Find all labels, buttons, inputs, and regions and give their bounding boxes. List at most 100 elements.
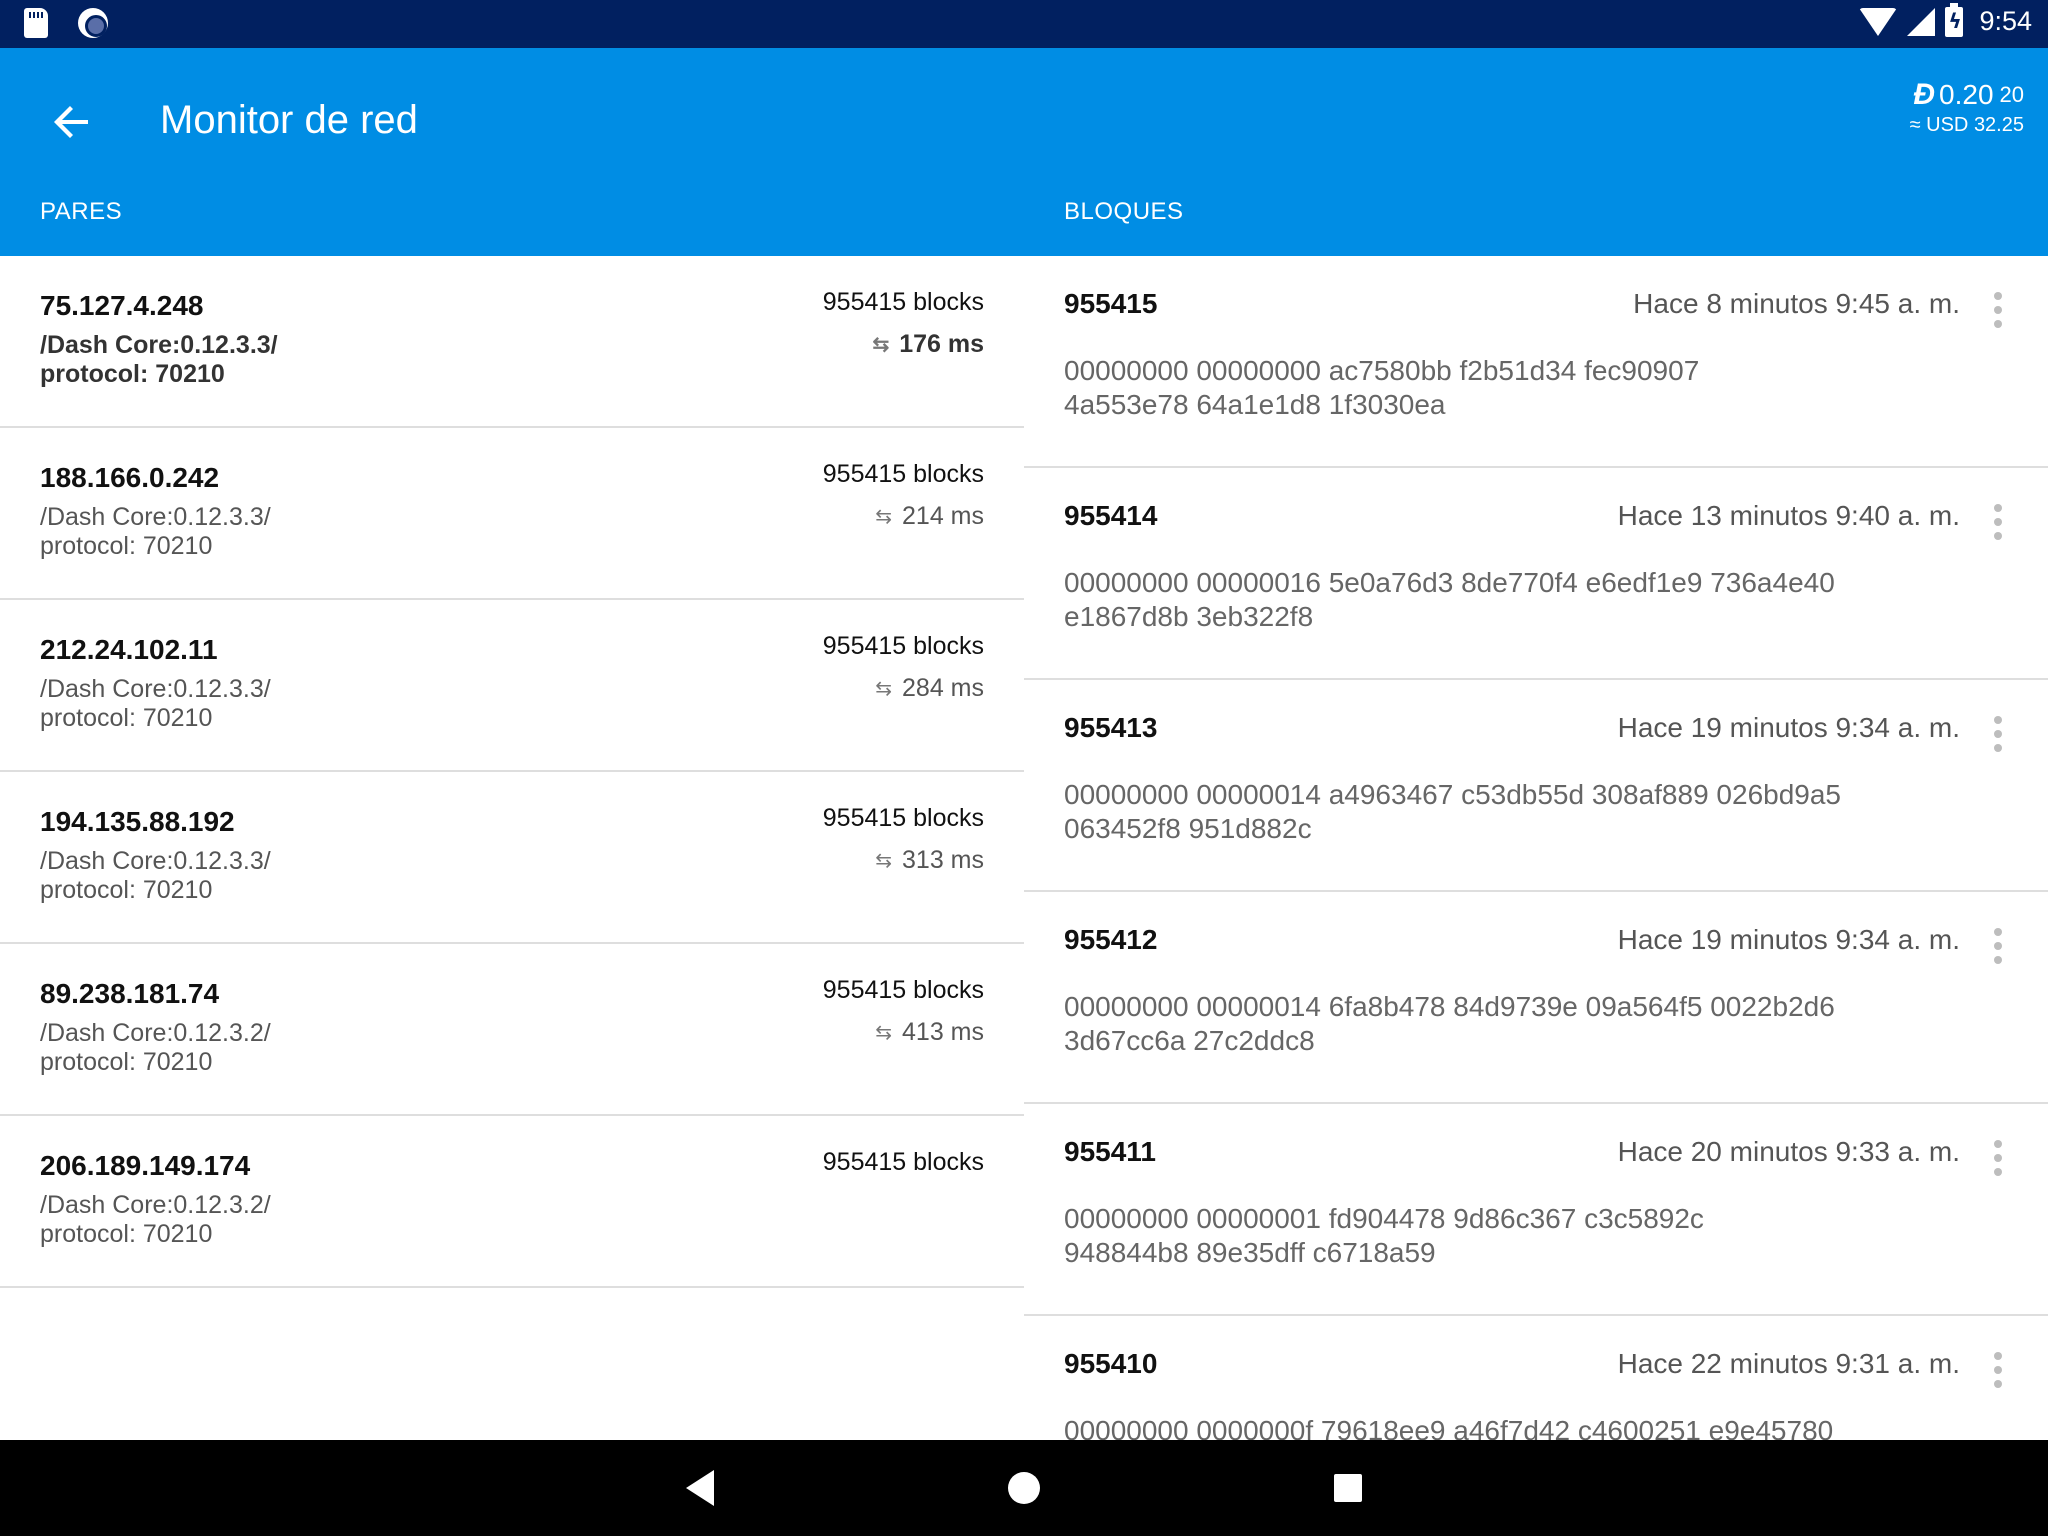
peer-row[interactable]: 194.135.88.192 /Dash Core:0.12.3.3/ prot… xyxy=(0,772,1024,944)
block-time: Hace 19 minutos 9:34 a. m. xyxy=(1617,924,1960,955)
app-bar: Monitor de red Ð 0.20 20 ≈ USD 32.25 PARE… xyxy=(0,48,2048,256)
peer-ping-value: 176 ms xyxy=(899,330,984,358)
peer-blocks: 955415 blocks xyxy=(822,1148,984,1176)
peer-ping-value: 214 ms xyxy=(902,502,984,530)
peer-blocks: 955415 blocks xyxy=(822,976,984,1004)
peers-list[interactable]: 75.127.4.248 /Dash Core:0.12.3.3/ protoc… xyxy=(0,256,1024,1440)
block-hash: 00000000 00000014 a4963467 c53db55d 308a… xyxy=(1064,778,1984,846)
blocks-column-header: BLOQUES xyxy=(1064,198,1184,225)
block-hash-line: 00000000 0000000f 79618ee9 a46f7d42 c460… xyxy=(1064,1415,1834,1440)
peer-blocks: 955415 blocks xyxy=(822,288,984,316)
block-height: 955414 xyxy=(1064,500,1158,531)
peer-row[interactable]: 89.238.181.74 /Dash Core:0.12.3.2/ proto… xyxy=(0,944,1024,1116)
wallet-balance[interactable]: Ð 0.20 20 ≈ USD 32.25 xyxy=(1910,78,2024,137)
dash-icon: Ð xyxy=(1913,78,1935,111)
peer-ping: ⇆ 284 ms xyxy=(875,674,984,703)
screen-record-icon xyxy=(78,8,108,38)
block-row[interactable]: 955414 Hace 13 minutos 9:40 a. m. 000000… xyxy=(1024,468,2048,680)
fiat-prefix: ≈ USD xyxy=(1909,114,1969,136)
block-hash-line: 00000000 00000000 ac7580bb f2b51d34 fec9… xyxy=(1064,355,1700,386)
peer-blocks: 955415 blocks xyxy=(822,804,984,832)
wifi-icon xyxy=(1859,7,1898,36)
more-vert-icon[interactable] xyxy=(1992,504,2004,540)
block-row[interactable]: 955413 Hace 19 minutos 9:34 a. m. 000000… xyxy=(1024,680,2048,892)
ping-icon: ⇆ xyxy=(875,678,893,700)
peer-ping: ⇆ 176 ms xyxy=(872,330,984,359)
sd-card-icon xyxy=(24,8,48,38)
navigation-bar xyxy=(0,1440,2048,1536)
peer-ip: 212.24.102.11 xyxy=(40,634,218,665)
block-hash: 00000000 00000016 5e0a76d3 8de770f4 e6ed… xyxy=(1064,566,1984,634)
status-bar: 9:54 xyxy=(0,0,2048,48)
ping-icon: ⇆ xyxy=(875,1022,893,1044)
block-hash-line: 4a553e78 64a1e1d8 1f3030ea xyxy=(1064,389,1446,420)
peers-column-header: PARES xyxy=(40,198,123,225)
block-hash: 00000000 00000000 ac7580bb f2b51d34 fec9… xyxy=(1064,354,1984,422)
block-row[interactable]: 955415 Hace 8 minutos 9:45 a. m. 0000000… xyxy=(1024,256,2048,468)
arrow-back-icon xyxy=(54,106,88,138)
peer-blocks: 955415 blocks xyxy=(822,460,984,488)
peer-protocol: protocol: 70210 xyxy=(40,876,213,904)
peer-blocks: 955415 blocks xyxy=(822,632,984,660)
block-height: 955412 xyxy=(1064,924,1158,955)
back-button[interactable] xyxy=(40,90,104,154)
more-vert-icon[interactable] xyxy=(1992,1352,2004,1388)
peer-row[interactable]: 188.166.0.242 /Dash Core:0.12.3.3/ proto… xyxy=(0,428,1024,600)
more-vert-icon[interactable] xyxy=(1992,716,2004,752)
block-height: 955415 xyxy=(1064,288,1158,319)
peer-row[interactable]: 206.189.149.174 /Dash Core:0.12.3.2/ pro… xyxy=(0,1116,1024,1288)
peer-version: /Dash Core:0.12.3.3/ xyxy=(40,847,271,875)
more-vert-icon[interactable] xyxy=(1992,1140,2004,1176)
block-row[interactable]: 955412 Hace 19 minutos 9:34 a. m. 000000… xyxy=(1024,892,2048,1104)
peer-protocol: protocol: 70210 xyxy=(40,532,213,560)
peer-ping-value: 284 ms xyxy=(902,674,984,702)
peer-row[interactable]: 75.127.4.248 /Dash Core:0.12.3.3/ protoc… xyxy=(0,256,1024,428)
block-hash-line: 00000000 00000001 fd904478 9d86c367 c3c5… xyxy=(1064,1203,1704,1234)
peer-version: /Dash Core:0.12.3.2/ xyxy=(40,1191,271,1219)
battery-charging-icon xyxy=(1945,2,1964,37)
status-time: 9:54 xyxy=(1979,6,2032,36)
peer-ip: 89.238.181.74 xyxy=(40,978,220,1009)
block-hash-line: 00000000 00000014 a4963467 c53db55d 308a… xyxy=(1064,779,1841,810)
block-row[interactable]: 955410 Hace 22 minutos 9:31 a. m. 000000… xyxy=(1024,1316,2048,1440)
nav-home-icon[interactable] xyxy=(1008,1472,1040,1504)
block-hash: 00000000 0000000f 79618ee9 a46f7d42 c460… xyxy=(1064,1414,1984,1440)
block-height: 955411 xyxy=(1064,1136,1156,1167)
nav-recents-icon[interactable] xyxy=(1334,1474,1362,1502)
peer-ping-value: 313 ms xyxy=(902,846,984,874)
peer-ping: ⇆ 413 ms xyxy=(875,1018,984,1047)
peer-version: /Dash Core:0.12.3.3/ xyxy=(40,331,278,359)
nav-back-icon[interactable] xyxy=(686,1470,714,1506)
block-hash-line: 948844b8 89e35dff c6718a59 xyxy=(1064,1237,1436,1268)
block-hash-line: 00000000 00000016 5e0a76d3 8de770f4 e6ed… xyxy=(1064,567,1835,598)
peer-protocol: protocol: 70210 xyxy=(40,1220,213,1248)
block-hash-line: 00000000 00000014 6fa8b478 84d9739e 09a5… xyxy=(1064,991,1835,1022)
ping-icon: ⇆ xyxy=(875,506,893,528)
block-height: 955413 xyxy=(1064,712,1158,743)
more-vert-icon[interactable] xyxy=(1992,292,2004,328)
peer-ping-value: 413 ms xyxy=(902,1018,984,1046)
block-hash-line: 3d67cc6a 27c2ddc8 xyxy=(1064,1025,1315,1056)
peer-ip: 194.135.88.192 xyxy=(40,806,235,837)
peer-row[interactable]: 212.24.102.11 /Dash Core:0.12.3.3/ proto… xyxy=(0,600,1024,772)
peer-ip: 188.166.0.242 xyxy=(40,462,220,493)
peer-version: /Dash Core:0.12.3.2/ xyxy=(40,1019,271,1047)
blocks-list[interactable]: 955415 Hace 8 minutos 9:45 a. m. 0000000… xyxy=(1024,256,2048,1440)
page-title: Monitor de red xyxy=(160,98,418,142)
balance-amount-small: 20 xyxy=(1999,82,2024,107)
more-vert-icon[interactable] xyxy=(1992,928,2004,964)
peer-protocol: protocol: 70210 xyxy=(40,1048,213,1076)
peer-version: /Dash Core:0.12.3.3/ xyxy=(40,675,271,703)
block-hash: 00000000 00000014 6fa8b478 84d9739e 09a5… xyxy=(1064,990,1984,1058)
peer-protocol: protocol: 70210 xyxy=(40,360,225,388)
peer-ip: 206.189.149.174 xyxy=(40,1150,251,1181)
peer-ping: ⇆ 313 ms xyxy=(875,846,984,875)
block-row[interactable]: 955411 Hace 20 minutos 9:33 a. m. 000000… xyxy=(1024,1104,2048,1316)
block-time: Hace 13 minutos 9:40 a. m. xyxy=(1617,500,1960,531)
block-time: Hace 20 minutos 9:33 a. m. xyxy=(1617,1136,1960,1167)
block-time: Hace 8 minutos 9:45 a. m. xyxy=(1633,288,1960,319)
peer-ping: ⇆ 214 ms xyxy=(875,502,984,531)
balance-amount: 0.20 xyxy=(1939,79,1994,110)
block-time: Hace 22 minutos 9:31 a. m. xyxy=(1617,1348,1960,1379)
peer-ip: 75.127.4.248 xyxy=(40,290,204,321)
